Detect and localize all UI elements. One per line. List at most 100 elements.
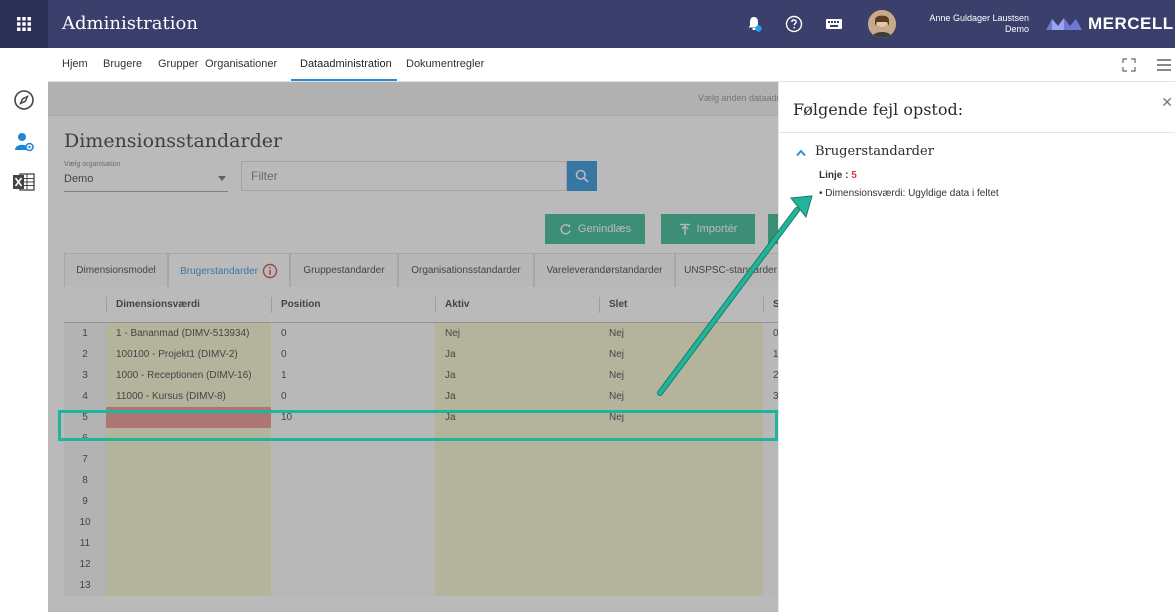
cell-dimensionsvaerdi[interactable] [106, 575, 271, 596]
bell-icon[interactable] [742, 12, 766, 36]
cell-position[interactable] [271, 575, 435, 596]
search-button[interactable] [567, 161, 597, 191]
nav-item-dokumentregler[interactable]: Dokumentregler [406, 58, 484, 70]
excel-icon[interactable] [12, 170, 36, 194]
cell-aktiv[interactable]: Ja [435, 344, 599, 365]
filter-input[interactable] [242, 162, 566, 190]
choose-other-data-admin-link[interactable]: Vælg anden dataadmi [698, 93, 786, 103]
fullscreen-icon[interactable] [1121, 57, 1137, 73]
cell-aktiv[interactable] [435, 470, 599, 491]
data-grid: Dimensionsværdi Position Aktiv Slet S 1 … [64, 287, 786, 612]
table-row[interactable]: 8 [64, 470, 786, 491]
cell-slet[interactable]: Nej [599, 365, 763, 386]
cell-dimensionsvaerdi[interactable] [106, 449, 271, 470]
cell-aktiv[interactable] [435, 575, 599, 596]
table-row[interactable]: 2 100100 - Projekt1 (DIMV-2) 0 Ja Nej 1 [64, 344, 786, 365]
cell-position[interactable]: 1 [271, 365, 435, 386]
table-row[interactable]: 4 11000 - Kursus (DIMV-8) 0 Ja Nej 3 [64, 386, 786, 407]
cell-dimensionsvaerdi[interactable] [106, 512, 271, 533]
cell-slet[interactable] [599, 470, 763, 491]
nav-item-grupper[interactable]: Grupper [158, 58, 198, 70]
close-icon[interactable]: ✕ [1161, 94, 1173, 111]
grid-menu-icon[interactable] [0, 0, 48, 48]
import-button-label: Importér [696, 223, 738, 235]
cell-dimensionsvaerdi[interactable] [106, 533, 271, 554]
tab-label: Brugerstandarder [180, 265, 258, 277]
chevron-down-icon[interactable] [218, 176, 226, 181]
cell-slet[interactable] [599, 533, 763, 554]
cell-aktiv[interactable]: Nej [435, 323, 599, 344]
cell-aktiv[interactable] [435, 512, 599, 533]
tab-organisationsstandarder[interactable]: Organisationsstandarder [398, 253, 534, 287]
org-select-value[interactable]: Demo [64, 173, 93, 185]
cell-aktiv[interactable] [435, 554, 599, 575]
table-row[interactable]: 12 [64, 554, 786, 575]
tab-vareleverandorstandarder[interactable]: Vareleverandørstandarder [534, 253, 675, 287]
cell-position[interactable]: 0 [271, 323, 435, 344]
cell-position[interactable] [271, 491, 435, 512]
nav-item-organisationer[interactable]: Organisationer [205, 58, 277, 70]
error-line-label: Linje : [819, 170, 849, 181]
cell-slet[interactable] [599, 575, 763, 596]
cell-slet[interactable] [599, 554, 763, 575]
table-row[interactable]: 10 [64, 512, 786, 533]
keyboard-icon[interactable] [822, 12, 846, 36]
cell-aktiv[interactable]: Ja [435, 386, 599, 407]
cell-position[interactable] [271, 470, 435, 491]
cell-position[interactable]: 0 [271, 386, 435, 407]
tab-gruppestandarder[interactable]: Gruppestandarder [290, 253, 398, 287]
cell-position[interactable] [271, 449, 435, 470]
table-row[interactable]: 13 [64, 575, 786, 596]
compass-icon[interactable] [12, 88, 36, 112]
cell-dimensionsvaerdi[interactable]: 11000 - Kursus (DIMV-8) [106, 386, 271, 407]
column-header-aktiv[interactable]: Aktiv [435, 287, 599, 323]
cell-position[interactable] [271, 512, 435, 533]
search-icon [575, 169, 589, 183]
cell-dimensionsvaerdi[interactable] [106, 491, 271, 512]
help-icon[interactable] [782, 12, 806, 36]
cell-aktiv[interactable]: Ja [435, 365, 599, 386]
table-row[interactable]: 7 [64, 449, 786, 470]
table-row[interactable]: 3 1000 - Receptionen (DIMV-16) 1 Ja Nej … [64, 365, 786, 386]
import-button[interactable]: Importér [661, 214, 755, 244]
column-header-position[interactable]: Position [271, 287, 435, 323]
cell-dimensionsvaerdi[interactable] [106, 470, 271, 491]
cell-slet[interactable] [599, 449, 763, 470]
cell-slet[interactable]: Nej [599, 344, 763, 365]
table-row[interactable]: 1 1 - Bananmad (DIMV-513934) 0 Nej Nej 0 [64, 323, 786, 344]
cell-position[interactable]: 0 [271, 344, 435, 365]
tab-dimensionsmodel[interactable]: Dimensionsmodel [64, 253, 168, 287]
cell-slet[interactable] [599, 512, 763, 533]
cell-position[interactable] [271, 533, 435, 554]
nav-item-dataadministration[interactable]: Dataadministration [300, 58, 392, 70]
tab-brugerstandarder[interactable]: Brugerstandarder [168, 253, 290, 288]
cell-dimensionsvaerdi[interactable] [106, 554, 271, 575]
cell-position[interactable] [271, 554, 435, 575]
table-row[interactable]: 9 [64, 491, 786, 512]
column-header-slet[interactable]: Slet [599, 287, 763, 323]
cell-aktiv[interactable] [435, 491, 599, 512]
cell-dimensionsvaerdi[interactable]: 1 - Bananmad (DIMV-513934) [106, 323, 271, 344]
cell-slet[interactable]: Nej [599, 386, 763, 407]
column-header-dimensionsvaerdi[interactable]: Dimensionsværdi [106, 287, 271, 323]
hamburger-menu-icon[interactable] [1156, 57, 1172, 73]
cell-slet[interactable]: Nej [599, 323, 763, 344]
error-section-title[interactable]: Brugerstandarder [815, 144, 934, 159]
nav-item-brugere[interactable]: Brugere [103, 58, 142, 70]
cell-slet[interactable] [599, 491, 763, 512]
table-row[interactable]: 11 [64, 533, 786, 554]
cell-aktiv[interactable] [435, 449, 599, 470]
error-row-highlight [58, 410, 778, 441]
tab-label: Organisationsstandarder [411, 265, 521, 276]
tab-unspsc-standarder[interactable]: UNSPSC-standarder [675, 253, 786, 287]
cell-dimensionsvaerdi[interactable]: 100100 - Projekt1 (DIMV-2) [106, 344, 271, 365]
filter-field[interactable] [241, 161, 567, 191]
cell-aktiv[interactable] [435, 533, 599, 554]
chevron-up-icon[interactable] [795, 148, 807, 158]
user-settings-icon[interactable] [12, 130, 36, 154]
reload-button[interactable]: Genindlæs [545, 214, 645, 244]
avatar[interactable] [868, 10, 896, 38]
user-info[interactable]: Anne Guldager Laustsen Demo [929, 13, 1029, 35]
cell-dimensionsvaerdi[interactable]: 1000 - Receptionen (DIMV-16) [106, 365, 271, 386]
nav-item-hjem[interactable]: Hjem [62, 58, 88, 70]
